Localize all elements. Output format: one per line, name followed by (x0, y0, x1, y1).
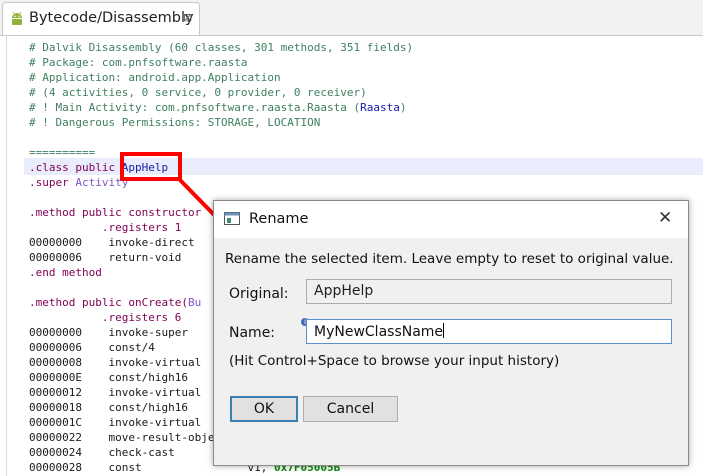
close-icon[interactable]: ✕ (658, 208, 672, 228)
original-field: AppHelp (306, 279, 672, 304)
code-comment-line: # ! Dangerous Permissions: STORAGE, LOCA… (29, 116, 321, 129)
window-icon (224, 212, 240, 225)
history-hint: (Hit Control+Space to browse your input … (229, 353, 560, 369)
class-declaration-line: .class public AppHelp (29, 161, 169, 174)
main-activity-link[interactable]: Raasta (360, 101, 400, 114)
code-comment-line: # Application: android.app.Application (29, 71, 281, 84)
code-comment-line: # Dalvik Disassembly (60 classes, 301 me… (29, 41, 414, 54)
editor-tab-bar: Bytecode/Disassembly ⊠ (0, 0, 703, 36)
original-label: Original: (229, 286, 289, 302)
tab-title: Bytecode/Disassembly (29, 10, 194, 26)
cancel-button[interactable]: Cancel (303, 396, 398, 422)
code-separator: ========== (29, 146, 96, 159)
dialog-titlebar[interactable]: Rename ✕ (214, 201, 688, 238)
dialog-title: Rename (249, 211, 309, 227)
super-declaration-line: .super Activity (29, 176, 129, 189)
code-comment-line: # (4 activities, 0 service, 0 provider, … (29, 86, 367, 99)
rename-dialog: Rename ✕ Rename the selected item. Leave… (213, 200, 689, 466)
name-input[interactable]: MyNewClassName (306, 319, 672, 344)
code-comment-line: # Package: com.pnfsoftware.raasta (29, 56, 248, 69)
dialog-description: Rename the selected item. Leave empty to… (225, 251, 674, 267)
tab-close-icon[interactable]: ⊠ (183, 11, 192, 24)
tab-bytecode-disassembly[interactable]: Bytecode/Disassembly ⊠ (2, 2, 200, 35)
ok-button[interactable]: OK (230, 396, 298, 422)
code-comment-line: # ! Main Activity: com.pnfsoftware.raast… (29, 101, 407, 114)
name-label: Name: (229, 325, 276, 341)
highlight-box (120, 152, 182, 181)
text-caret (443, 323, 445, 338)
editor-ruler (6, 36, 7, 476)
android-icon (12, 11, 22, 25)
